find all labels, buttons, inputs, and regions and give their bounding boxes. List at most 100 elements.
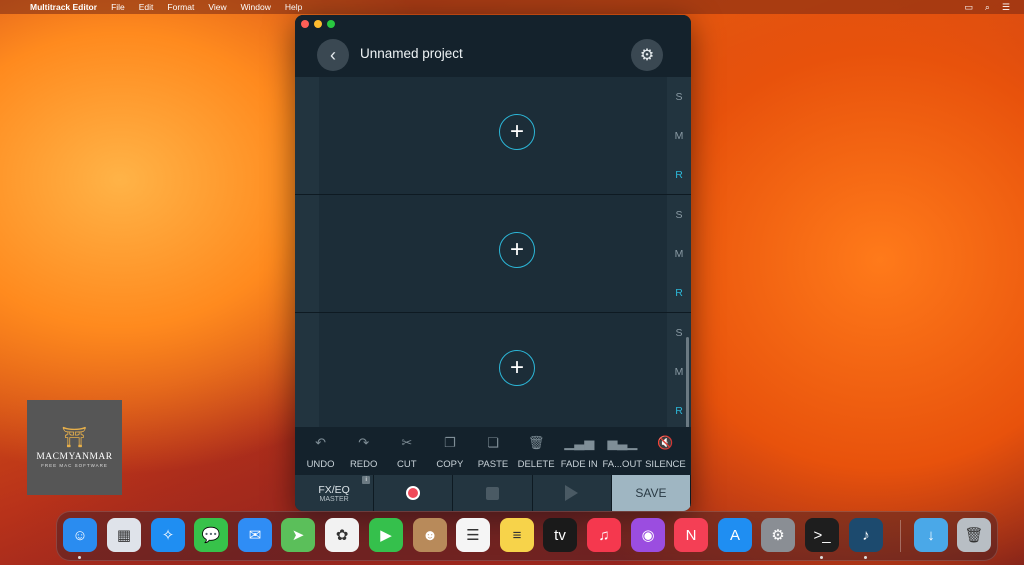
- keyboard-input-icon[interactable]: ▭: [964, 2, 973, 13]
- reminders-icon[interactable]: ☰: [456, 518, 490, 552]
- track-1-handle[interactable]: [295, 77, 319, 194]
- record-button[interactable]: [374, 475, 454, 511]
- save-button[interactable]: SAVE: [611, 475, 691, 511]
- paste-button[interactable]: ❏ PASTE: [471, 427, 514, 475]
- record-icon: [406, 486, 421, 500]
- redo-label: REDO: [349, 459, 378, 470]
- podcasts-icon[interactable]: ◉: [631, 518, 665, 552]
- play-button[interactable]: [532, 475, 612, 511]
- zoom-window-button[interactable]: [327, 20, 335, 28]
- edit-toolbar: ↶ UNDO ↷ REDO ✂ CUT ❐ COPY ❏ PASTE 🗑 DEL…: [295, 427, 691, 475]
- music-icon[interactable]: ♫: [587, 518, 621, 552]
- silence-button[interactable]: 🔇 SILENCE: [644, 427, 687, 475]
- transport-bar: FX/EQ MASTER i SAVE: [295, 475, 691, 511]
- notes-icon[interactable]: ≡: [500, 518, 534, 552]
- track-3: + S M R: [295, 313, 691, 431]
- mute-button-2[interactable]: M: [675, 248, 684, 260]
- back-button[interactable]: ‹: [317, 39, 349, 71]
- running-indicator: [864, 556, 867, 559]
- play-icon: [565, 485, 579, 501]
- multitrack-editor-icon[interactable]: ♪: [849, 518, 883, 552]
- terminal-icon[interactable]: >_: [805, 518, 839, 552]
- paste-icon: ❏: [487, 435, 499, 450]
- maps-icon[interactable]: ➤: [281, 518, 315, 552]
- copy-icon: ❐: [444, 435, 456, 450]
- solo-button-2[interactable]: S: [675, 209, 682, 221]
- menu-format[interactable]: Format: [167, 2, 194, 12]
- record-arm-button-3[interactable]: R: [675, 405, 683, 417]
- track-3-handle[interactable]: [295, 313, 319, 430]
- photos-icon[interactable]: ✿: [325, 518, 359, 552]
- undo-button[interactable]: ↶ UNDO: [299, 427, 342, 475]
- apple-tv-icon[interactable]: tv: [543, 518, 577, 552]
- copy-label: COPY: [436, 459, 464, 470]
- scissors-icon: ✂: [401, 435, 413, 450]
- add-audio-button-1[interactable]: +: [499, 114, 535, 150]
- track-scrollbar[interactable]: [686, 337, 689, 429]
- fade-in-button[interactable]: ▁▃▅ FADE IN: [558, 427, 601, 475]
- menu-help[interactable]: Help: [285, 2, 302, 12]
- record-arm-button-2[interactable]: R: [675, 287, 683, 299]
- trash-icon: 🗑: [527, 435, 545, 450]
- track-2-area[interactable]: +: [319, 195, 667, 312]
- add-audio-button-2[interactable]: +: [499, 232, 535, 268]
- track-3-area[interactable]: +: [319, 313, 667, 430]
- watermark-name: MACMYANMAR: [36, 451, 113, 462]
- downloads-folder-icon[interactable]: ↓: [914, 518, 948, 552]
- settings-button[interactable]: ⚙: [631, 39, 663, 71]
- menu-app-name[interactable]: Multitrack Editor: [30, 2, 97, 12]
- system-settings-icon[interactable]: ⚙: [761, 518, 795, 552]
- messages-icon[interactable]: 💬: [194, 518, 228, 552]
- solo-button-3[interactable]: S: [675, 327, 682, 339]
- news-icon[interactable]: N: [674, 518, 708, 552]
- menu-file[interactable]: File: [111, 2, 125, 12]
- cut-button[interactable]: ✂ CUT: [385, 427, 428, 475]
- fx-eq-master-button[interactable]: FX/EQ MASTER i: [295, 475, 375, 511]
- launchpad-icon[interactable]: ▦: [107, 518, 141, 552]
- cut-label: CUT: [397, 459, 417, 470]
- gear-icon: ⚙: [639, 47, 655, 64]
- menu-view[interactable]: View: [208, 2, 226, 12]
- facetime-icon[interactable]: ▶: [369, 518, 403, 552]
- track-2-handle[interactable]: [295, 195, 319, 312]
- finder-icon[interactable]: ☺: [63, 518, 97, 552]
- app-store-icon[interactable]: A: [718, 518, 752, 552]
- expand-badge-icon: i: [362, 476, 371, 484]
- delete-button[interactable]: 🗑 DELETE: [515, 427, 558, 475]
- redo-icon: ↷: [358, 435, 370, 450]
- control-center-icon[interactable]: ☰: [1002, 2, 1010, 13]
- chevron-left-icon: ‹: [330, 44, 336, 65]
- paste-label: PASTE: [477, 459, 509, 470]
- menu-edit[interactable]: Edit: [139, 2, 154, 12]
- fade-in-icon: ▁▃▅: [564, 435, 595, 450]
- dock: ☺ ▦ ✧ 💬 ✉ ➤ ✿ ▶ ☻ ☰ ≡ tv ♫ ◉ N A ⚙ >_ ♪ ↓ 🗑: [56, 511, 998, 561]
- close-window-button[interactable]: [301, 20, 309, 28]
- spotlight-search-icon[interactable]: ⌕: [985, 2, 990, 13]
- plus-icon: +: [509, 236, 524, 263]
- stop-button[interactable]: [453, 475, 533, 511]
- fx-eq-label: FX/EQ: [318, 483, 350, 496]
- trash-icon[interactable]: 🗑: [957, 518, 991, 552]
- fade-out-label: FA...OUT: [602, 459, 643, 470]
- record-arm-button-1[interactable]: R: [675, 169, 683, 181]
- menu-window[interactable]: Window: [241, 2, 271, 12]
- copy-button[interactable]: ❐ COPY: [428, 427, 471, 475]
- solo-button-1[interactable]: S: [675, 91, 682, 103]
- contacts-icon[interactable]: ☻: [413, 518, 447, 552]
- minimize-window-button[interactable]: [314, 20, 322, 28]
- mute-button-1[interactable]: M: [675, 130, 684, 142]
- running-indicator: [820, 556, 823, 559]
- mute-icon: 🔇: [657, 435, 674, 450]
- plus-icon: +: [509, 354, 524, 381]
- mail-icon[interactable]: ✉: [238, 518, 272, 552]
- add-audio-button-3[interactable]: +: [499, 350, 535, 386]
- redo-button[interactable]: ↷ REDO: [342, 427, 385, 475]
- safari-icon[interactable]: ✧: [151, 518, 185, 552]
- title-bar: ‹ Unnamed project ⚙: [295, 15, 691, 77]
- stop-icon: [486, 486, 499, 500]
- mute-button-3[interactable]: M: [675, 366, 684, 378]
- temple-logo-icon: ⛩: [61, 426, 88, 449]
- master-label: MASTER: [319, 495, 349, 503]
- track-1-area[interactable]: +: [319, 77, 667, 194]
- fade-out-button[interactable]: ▅▃▁ FA...OUT: [601, 427, 644, 475]
